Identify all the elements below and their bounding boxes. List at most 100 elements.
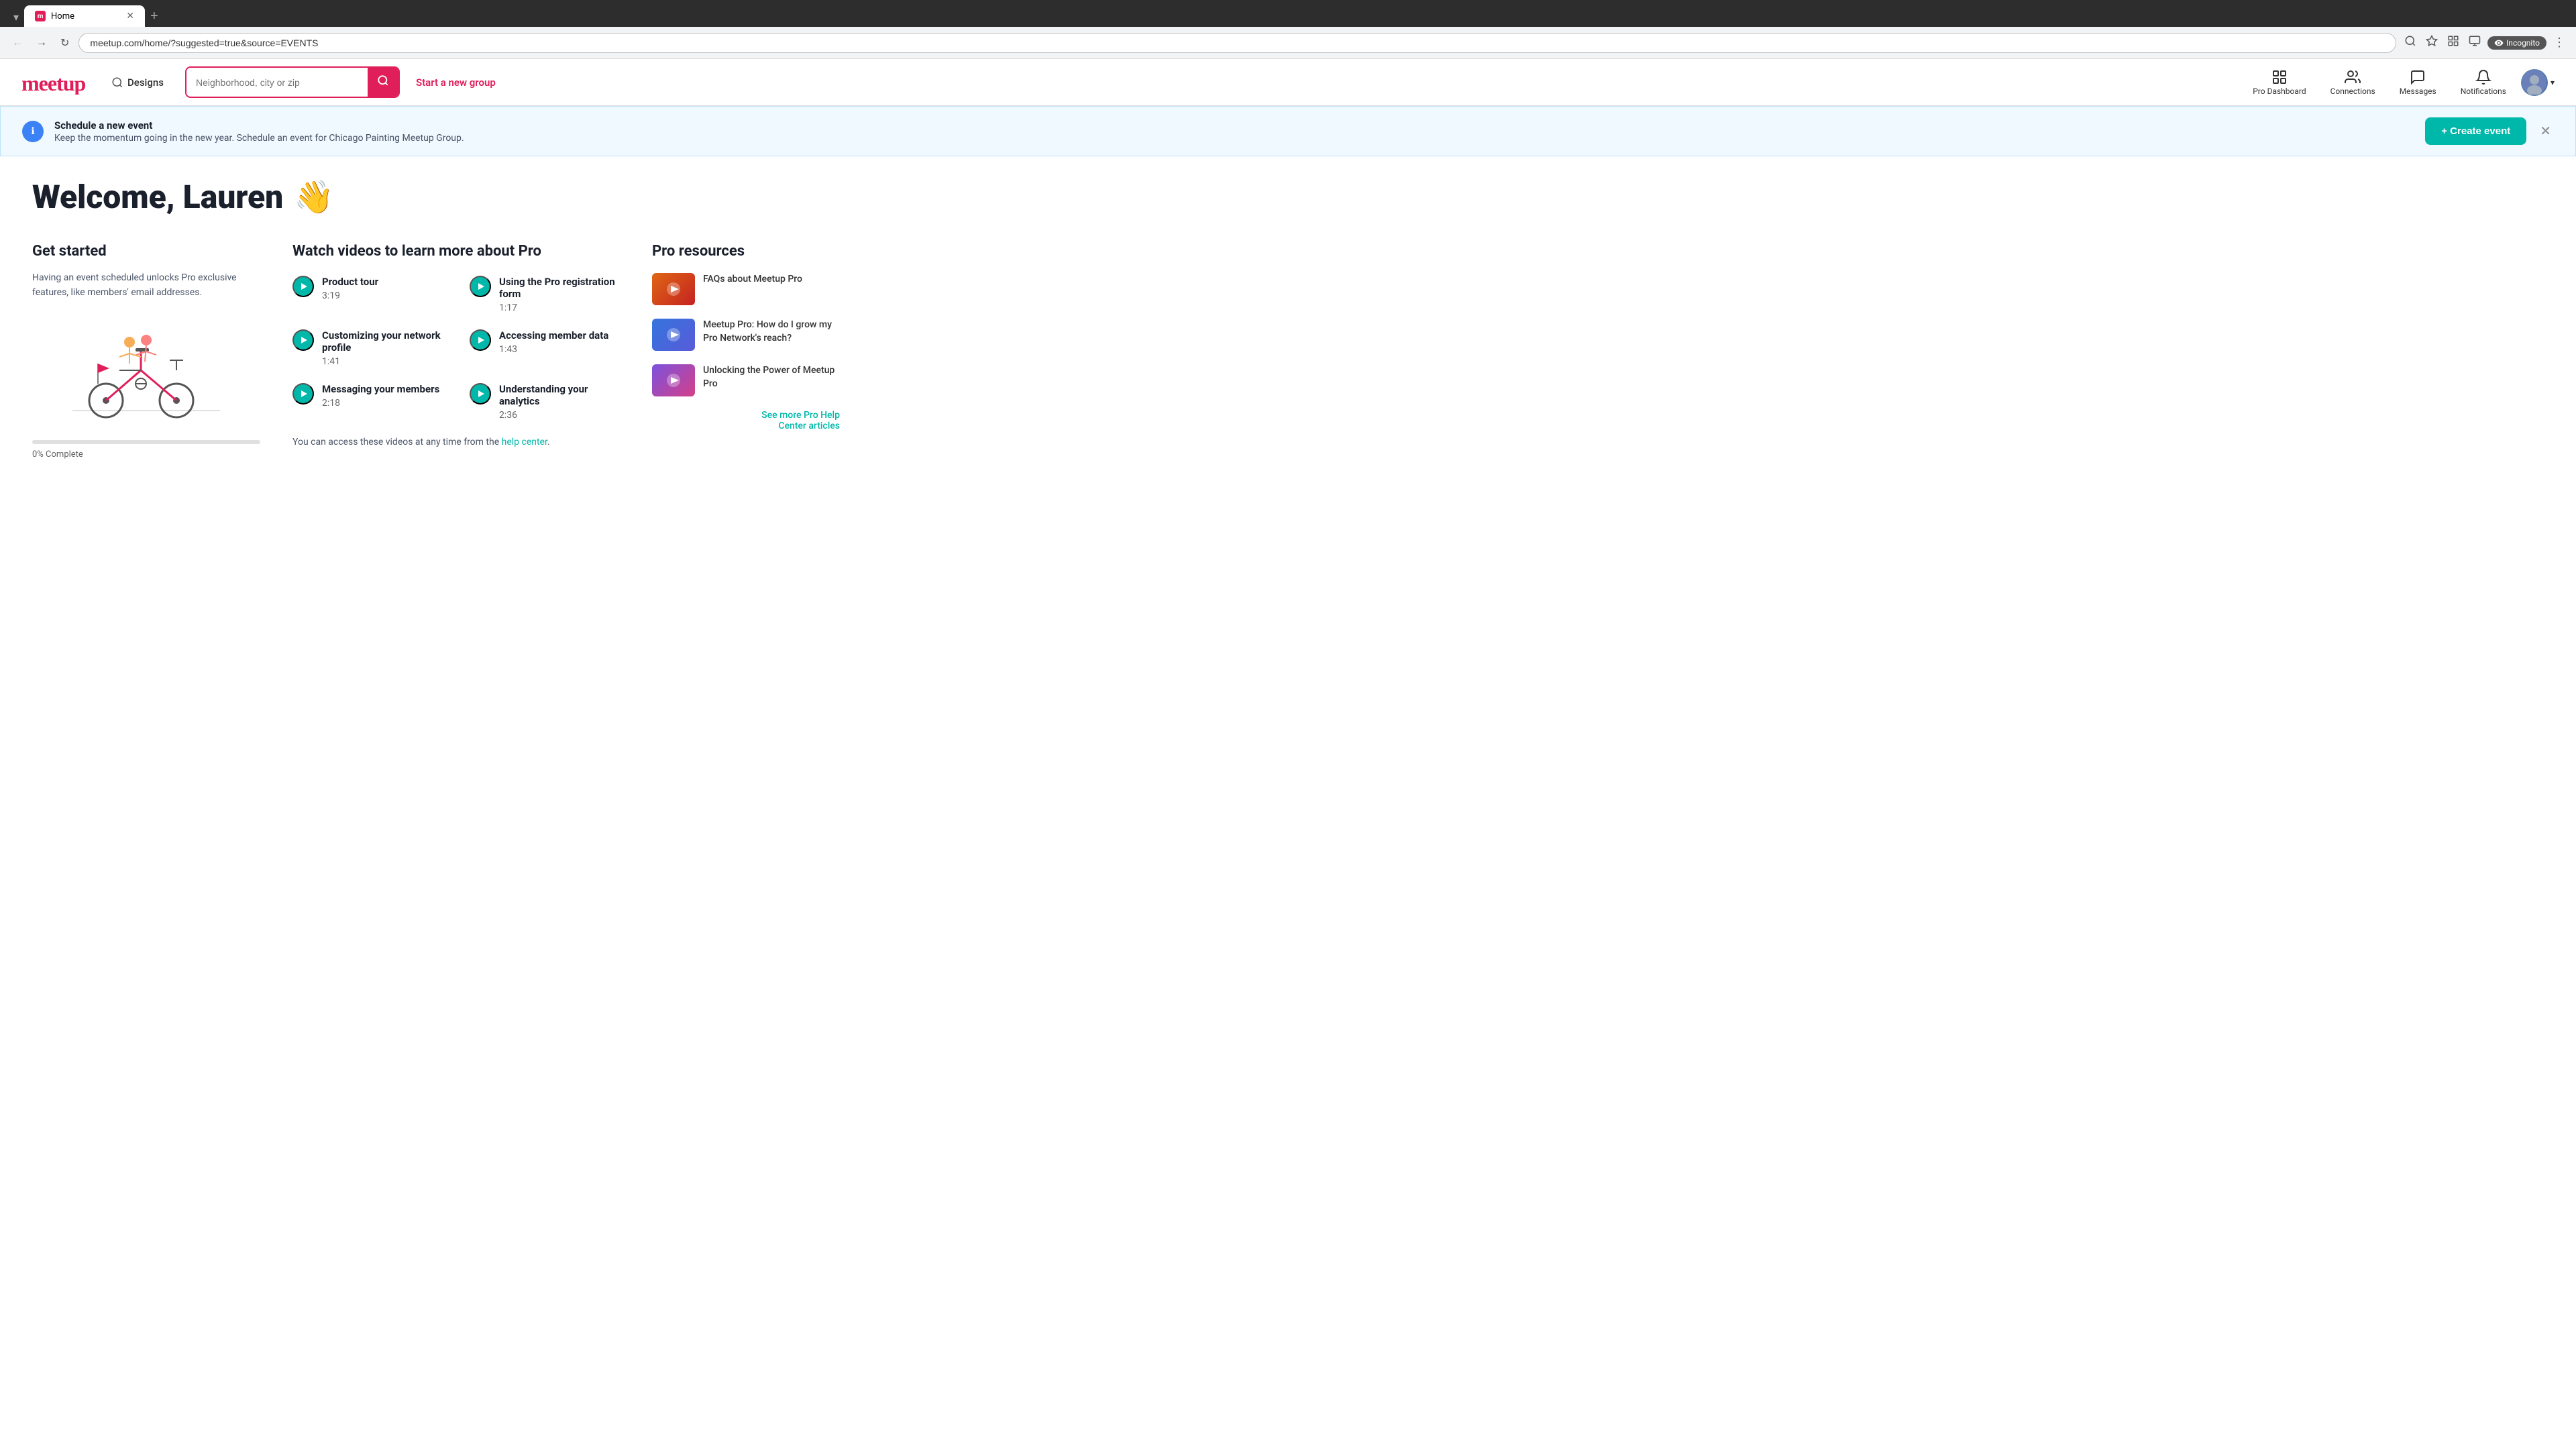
resource-title[interactable]: Meetup Pro: How do I grow my Pro Network… [703,319,840,345]
help-center-link[interactable]: help center [502,437,547,447]
extensions-button[interactable] [2445,32,2462,53]
tab-group-button[interactable]: ▾ [8,8,24,27]
resource-title[interactable]: FAQs about Meetup Pro [703,273,802,286]
search-icon [111,76,123,89]
browser-chrome: ▾ m Home ✕ + [0,0,2576,27]
banner-close-button[interactable]: ✕ [2537,120,2554,142]
resource-title[interactable]: Unlocking the Power of Meetup Pro [703,364,840,390]
bookmark-button[interactable] [2423,32,2440,53]
header-nav: Pro Dashboard Connections Messages Notif… [2243,64,2555,101]
footnote-prefix: You can access these videos at any time … [292,437,502,447]
video-item: Using the Pro registration form 1:17 [470,276,620,313]
resource-thumbnail [652,273,695,305]
browser-toolbar: ← → ↻ Incognito ⋮ [0,27,2576,59]
pro-resources-title: Pro resources [652,243,840,260]
resource-item: Unlocking the Power of Meetup Pro [652,364,840,396]
video-item: Product tour 3:19 [292,276,443,313]
video-title: Understanding your analytics [499,383,620,407]
content-grid: Get started Having an event scheduled un… [32,243,840,460]
footnote-suffix: . [547,437,550,447]
nav-notifications[interactable]: Notifications [2451,64,2516,101]
progress-bar-container [32,440,260,444]
pro-dashboard-label: Pro Dashboard [2253,87,2306,96]
incognito-label: Incognito [2506,38,2540,48]
nav-messages[interactable]: Messages [2390,64,2446,101]
tab-close-button[interactable]: ✕ [126,11,134,21]
forward-button[interactable]: → [32,34,51,52]
center-articles-label: Center articles [778,421,840,431]
see-more-link[interactable]: See more Pro HelpCenter articles [652,410,840,431]
video-play-button[interactable] [292,276,314,297]
connections-icon [2345,69,2361,85]
location-input[interactable] [186,70,368,95]
reload-button[interactable]: ↻ [56,34,73,52]
start-new-group-link[interactable]: Start a new group [416,76,496,89]
wave-emoji: 👋 [294,178,334,216]
user-avatar [2521,69,2548,96]
svg-text:meetup: meetup [21,71,86,95]
header-search[interactable]: Designs [111,76,164,89]
resources-list: FAQs about Meetup Pro Meetup Pro: How do … [652,273,840,396]
create-event-button[interactable]: + Create event [2425,117,2526,145]
get-started-description: Having an event scheduled unlocks Pro ex… [32,270,260,301]
video-title: Using the Pro registration form [499,276,620,300]
banner-title: Schedule a new event [54,119,2414,131]
avatar-chevron-icon: ▾ [2551,78,2555,87]
video-play-button[interactable] [470,276,491,297]
notifications-label: Notifications [2461,87,2506,96]
main-content: Welcome, Lauren 👋 Get started Having an … [0,156,872,481]
back-button[interactable]: ← [8,34,27,52]
video-duration: 2:18 [322,398,443,409]
location-search-bar [185,66,400,98]
video-play-button[interactable] [292,383,314,405]
videos-title: Watch videos to learn more about Pro [292,243,620,260]
avatar-dropdown[interactable]: ▾ [2521,69,2555,96]
videos-grid: Product tour 3:19 Using the Pro registrati… [292,276,620,421]
video-duration: 2:36 [499,410,620,421]
connections-label: Connections [2330,87,2375,96]
video-title: Product tour [322,276,443,288]
banner-content: Schedule a new event Keep the momentum g… [54,119,2414,144]
welcome-text: Welcome, Lauren [32,178,283,216]
video-duration: 3:19 [322,290,443,301]
resource-thumbnail [652,364,695,396]
address-bar[interactable] [78,33,2396,53]
bike-illustration [66,317,227,424]
search-toolbar-button[interactable] [2402,32,2419,53]
browser-tab[interactable]: m Home ✕ [24,5,145,27]
video-item: Understanding your analytics 2:36 [470,383,620,421]
tab-label: Home [51,11,74,21]
video-title: Customizing your network profile [322,329,443,354]
incognito-badge: Incognito [2487,36,2546,50]
video-play-button[interactable] [292,329,314,351]
resource-item: FAQs about Meetup Pro [652,273,840,305]
nav-pro-dashboard[interactable]: Pro Dashboard [2243,64,2315,101]
location-search-button[interactable] [368,68,398,97]
video-title: Messaging your members [322,383,443,395]
video-item: Customizing your network profile1:41 [292,329,443,367]
video-play-button[interactable] [470,383,491,405]
new-tab-button[interactable]: + [145,6,164,27]
meetup-logo[interactable]: meetup [21,70,95,95]
profile-button[interactable] [2466,32,2483,53]
banner-icon: ℹ [22,121,44,142]
video-duration: 1:43 [499,344,620,355]
progress-label: 0% Complete [32,449,260,460]
tab-favicon: m [35,11,46,21]
get-started-title: Get started [32,243,260,260]
banner-description: Keep the momentum going in the new year.… [54,133,2414,144]
meetup-header: meetup Designs Start a new group Pro Das… [0,59,2576,106]
dashboard-icon [2271,69,2288,85]
more-button[interactable]: ⋮ [2551,33,2568,52]
resource-item: Meetup Pro: How do I grow my Pro Network… [652,319,840,351]
nav-connections[interactable]: Connections [2321,64,2385,101]
notifications-icon [2475,69,2491,85]
video-play-button[interactable] [470,329,491,351]
messages-label: Messages [2400,87,2436,96]
video-item: Accessing member data1:43 [470,329,620,367]
video-duration: 1:17 [499,303,620,313]
messages-icon [2410,69,2426,85]
see-more-label: See more Pro Help [761,410,840,421]
resource-thumbnail [652,319,695,351]
video-item: Messaging your members 2:18 [292,383,443,421]
